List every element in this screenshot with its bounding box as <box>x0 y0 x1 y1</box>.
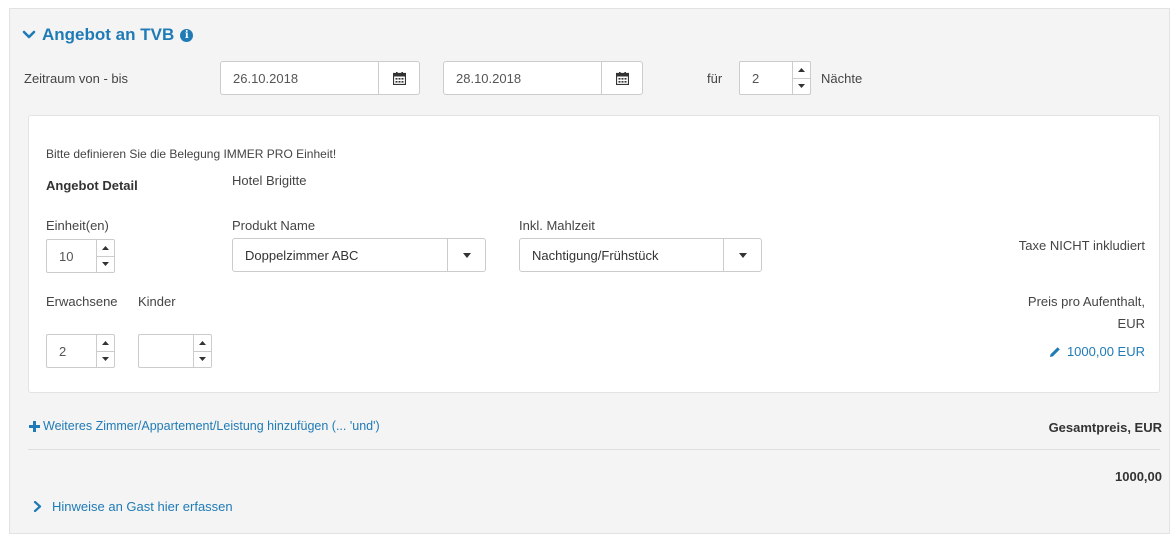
product-select-value: Doppelzimmer ABC <box>245 247 359 263</box>
units-increment-button[interactable] <box>97 240 114 256</box>
adults-stepper <box>46 334 115 368</box>
price-label-line1: Preis pro Aufenthalt, <box>1027 294 1145 309</box>
nights-stepper <box>739 61 811 95</box>
price-value: 1000,00 EUR <box>1066 344 1145 359</box>
units-label: Einheit(en) <box>46 218 109 233</box>
nights-input[interactable] <box>740 62 792 94</box>
date-from-input[interactable] <box>220 61 378 95</box>
caret-up-icon <box>798 67 805 72</box>
children-label: Kinder <box>138 294 176 309</box>
units-stepper <box>46 239 115 273</box>
caret-down-icon <box>798 84 805 89</box>
meal-select-value: Nachtigung/Frühstück <box>532 247 659 263</box>
children-decrement-button[interactable] <box>194 350 211 368</box>
caret-up-icon <box>102 340 109 345</box>
children-increment-button[interactable] <box>194 335 211 351</box>
children-stepper <box>138 334 212 368</box>
offer-detail-heading: Angebot Detail <box>46 178 138 193</box>
edit-price-link[interactable]: 1000,00 EUR <box>1049 344 1145 359</box>
caret-down-icon <box>102 357 109 362</box>
adults-decrement-button[interactable] <box>97 350 114 368</box>
info-circle-icon[interactable]: i <box>180 28 194 42</box>
date-to-calendar-button[interactable] <box>601 61 643 95</box>
add-room-label: Weiteres Zimmer/Appartement/Leistung hin… <box>43 419 380 433</box>
product-select[interactable]: Doppelzimmer ABC <box>232 238 486 272</box>
add-room-link[interactable]: Weiteres Zimmer/Appartement/Leistung hin… <box>29 419 380 433</box>
pencil-icon <box>1049 346 1060 357</box>
units-decrement-button[interactable] <box>97 255 114 273</box>
occupancy-notice: Bitte definieren Sie die Belegung IMMER … <box>46 147 337 161</box>
date-to-group <box>443 61 643 95</box>
chevron-right-icon <box>33 501 42 512</box>
tax-note: Taxe NICHT inkludiert <box>1018 238 1145 253</box>
meal-select[interactable]: Nachtigung/Frühstück <box>519 238 762 272</box>
caret-down-icon <box>723 239 761 271</box>
meal-label: Inkl. Mahlzeit <box>519 218 595 233</box>
guest-notes-toggle[interactable]: Hinweise an Gast hier erfassen <box>33 499 233 514</box>
section-title: Angebot an TVB <box>42 25 175 44</box>
section-toggle[interactable]: Angebot an TVB i <box>22 25 194 45</box>
hotel-name: Hotel Brigitte <box>232 173 307 188</box>
caret-down-icon <box>102 262 109 267</box>
calendar-icon <box>392 71 406 85</box>
plus-icon <box>29 420 40 432</box>
adults-label: Erwachsene <box>46 294 118 309</box>
guest-notes-label: Hinweise an Gast hier erfassen <box>52 499 233 514</box>
children-input[interactable] <box>139 335 193 367</box>
date-from-calendar-button[interactable] <box>378 61 420 95</box>
nights-increment-button[interactable] <box>793 62 810 78</box>
nights-decrement-button[interactable] <box>793 77 810 95</box>
date-from-group <box>220 61 420 95</box>
for-label: für <box>707 71 723 86</box>
calendar-icon <box>615 71 629 85</box>
adults-increment-button[interactable] <box>97 335 114 351</box>
price-label-line2: EUR <box>1117 316 1145 331</box>
divider <box>28 449 1160 450</box>
date-to-input[interactable] <box>443 61 601 95</box>
caret-down-icon <box>447 239 485 271</box>
caret-up-icon <box>199 340 206 345</box>
total-label: Gesamtpreis, EUR <box>1048 420 1162 435</box>
period-label: Zeitraum von - bis <box>24 71 129 86</box>
product-label: Produkt Name <box>232 218 316 233</box>
units-input[interactable] <box>47 240 96 272</box>
caret-down-icon <box>199 357 206 362</box>
adults-input[interactable] <box>47 335 96 367</box>
caret-up-icon <box>102 245 109 250</box>
nights-label: Nächte <box>821 71 863 86</box>
total-value: 1000,00 <box>1115 469 1162 484</box>
chevron-down-icon <box>22 30 36 39</box>
